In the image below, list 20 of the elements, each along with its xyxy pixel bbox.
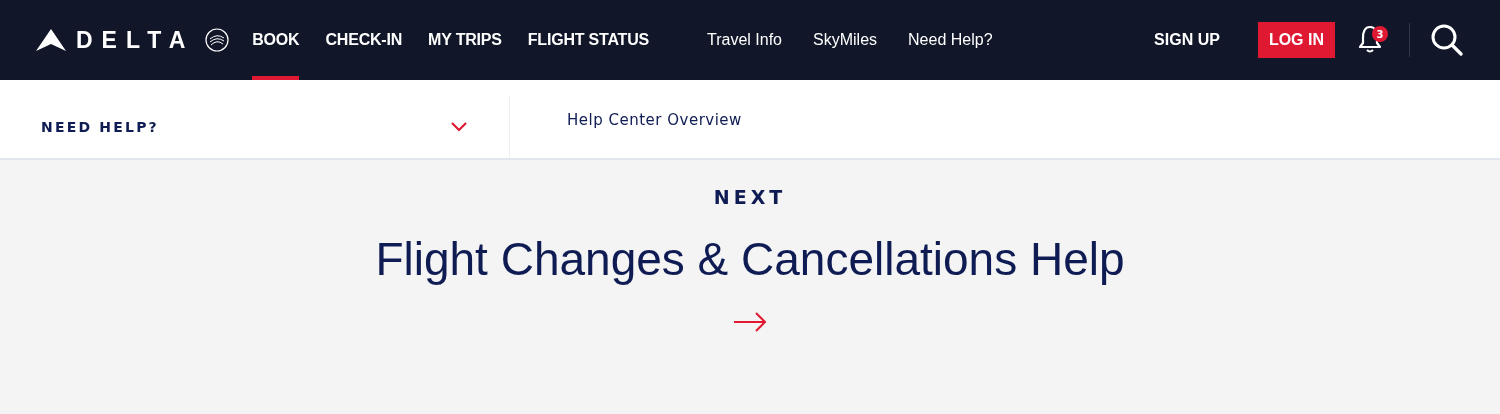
secondary-nav-link[interactable]: Need Help? (908, 31, 993, 49)
primary-nav-tab[interactable]: MY TRIPS (428, 0, 502, 80)
next-label: NEXT (713, 186, 787, 208)
sign-up-link[interactable]: SIGN UP (1154, 31, 1220, 49)
brand-name: DELTA (76, 26, 195, 54)
delta-logo-icon (36, 29, 66, 51)
notification-badge: 3 (1372, 26, 1388, 42)
primary-nav-tab[interactable]: FLIGHT STATUS (527, 0, 649, 80)
log-in-button[interactable]: LOG IN (1257, 22, 1335, 58)
need-help-dropdown[interactable]: NEED HELP? (0, 96, 510, 158)
arrow-right-icon[interactable] (733, 312, 767, 332)
secondary-nav-link[interactable]: Travel Info (707, 31, 782, 49)
help-center-link[interactable]: Help Center Overview (567, 111, 742, 131)
secondary-nav-link[interactable]: SkyMiles (813, 31, 878, 49)
next-page-link[interactable]: Flight Changes & Cancellations Help (375, 232, 1125, 286)
search-icon[interactable] (1430, 23, 1464, 57)
bell-icon[interactable] (1357, 24, 1383, 54)
primary-nav-tab[interactable]: CHECK-IN (325, 0, 403, 80)
globe-logo-icon (204, 27, 231, 53)
chevron-icon (451, 122, 467, 132)
